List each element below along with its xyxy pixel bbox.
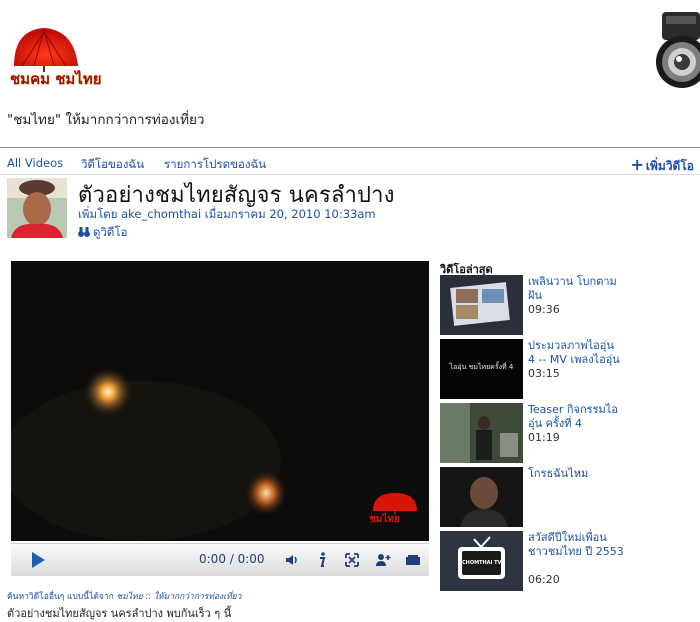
add-video-button[interactable]: + เพิ่มวิดีโอ	[630, 155, 694, 176]
latest-video-item[interactable]: Teaser กิจกรรมไออุ่น ครั้งที่ 4 01:19	[440, 403, 700, 465]
play-button[interactable]	[23, 544, 53, 576]
latest-video-title[interactable]: โกรธฉันไหม	[528, 467, 624, 481]
latest-video-item[interactable]: โกรธฉันไหม	[440, 467, 700, 529]
logo-text: ชมคม ชมไทย	[10, 70, 102, 88]
thumbnail-caption: CHOMTHAI TV	[462, 560, 502, 566]
volume-button[interactable]	[281, 544, 303, 576]
nav-all-videos[interactable]: All Videos	[7, 156, 63, 170]
info-button[interactable]	[311, 544, 333, 576]
info-icon	[320, 552, 326, 567]
thumbnail-caption: ไออุ่น ชมไทยครั้งที่ 4	[449, 363, 514, 371]
uploader-avatar[interactable]	[7, 178, 67, 238]
view-video-link[interactable]: ดูวิดีโอ	[78, 224, 127, 242]
source-link[interactable]: ชมไทย :: ให้มากกว่าการท่องเที่ยว	[117, 592, 242, 602]
camera-icon	[652, 4, 700, 102]
latest-video-thumbnail[interactable]	[440, 467, 523, 527]
video-description: ตัวอย่างชมไทยสัญจร นครลำปาง พบกันเร็ว ๆ …	[7, 607, 232, 620]
latest-video-item[interactable]: ไออุ่น ชมไทยครั้งที่ 4 ประมวลภาพไออุ่น 4…	[440, 339, 700, 401]
latest-video-thumbnail[interactable]: ไออุ่น ชมไทยครั้งที่ 4	[440, 339, 523, 399]
latest-video-title[interactable]: เพลินวาน โบกตามฝัน	[528, 275, 624, 303]
source-prefix: ค้นหาวิดีโออื่นๆ แบบนี้ได้จาก	[7, 592, 117, 602]
thumbnail-image	[440, 275, 523, 335]
progress-bar[interactable]	[61, 544, 191, 576]
nav-my-videos[interactable]: วิดีโอของฉัน	[81, 156, 144, 174]
share-button[interactable]	[371, 544, 395, 576]
binoculars-icon	[78, 226, 90, 241]
nav-favorites[interactable]: รายการโปรดของฉัน	[164, 156, 266, 174]
latest-video-item[interactable]: CHOMTHAI TV สวัสดีปีใหม่เพื่อนชาวชมไทย ป…	[440, 531, 700, 593]
latest-video-duration: 06:20	[528, 573, 560, 586]
source-line: ค้นหาวิดีโออื่นๆ แบบนี้ได้จาก ชมไทย :: ใ…	[7, 589, 241, 603]
latest-video-title[interactable]: ประมวลภาพไออุ่น 4 -- MV เพลงไออุ่น	[528, 339, 624, 367]
latest-video-thumbnail[interactable]	[440, 275, 523, 335]
fullscreen-button[interactable]	[341, 544, 363, 576]
video-byline[interactable]: เพิ่มโดย ake_chomthai เมื่อมกราคม 20, 20…	[78, 206, 376, 224]
watermark-text: ชมไทย	[369, 514, 400, 525]
thumbnail-image	[440, 403, 523, 463]
player-controls: 0:00 / 0:00	[11, 543, 429, 576]
plus-icon: +	[630, 155, 644, 174]
nav-divider-top	[0, 147, 700, 148]
nav-divider-bottom	[0, 174, 700, 175]
thumbnail-image	[440, 467, 523, 527]
latest-video-duration: 09:36	[528, 303, 560, 316]
latest-video-duration: 03:15	[528, 367, 560, 380]
site-logo[interactable]: ชมคม ชมไทย	[8, 26, 120, 90]
latest-video-duration: 01:19	[528, 431, 560, 444]
add-video-label: เพิ่มวิดีโอ	[645, 159, 694, 173]
play-icon	[32, 552, 45, 568]
speaker-icon	[286, 555, 297, 565]
latest-video-thumbnail[interactable]	[440, 403, 523, 463]
latest-video-item[interactable]: เพลินวาน โบกตามฝัน 09:36	[440, 275, 700, 337]
site-tagline: "ชมไทย" ให้มากกว่าการท่องเที่ยว	[7, 112, 205, 128]
popout-icon	[406, 555, 420, 565]
add-user-icon	[376, 554, 391, 566]
video-player[interactable]: ชมไทย	[11, 261, 429, 541]
view-video-label: ดูวิดีโอ	[93, 225, 128, 239]
fullscreen-icon	[345, 553, 359, 567]
time-display: 0:00 / 0:00	[199, 552, 265, 566]
player-watermark: ชมไทย	[367, 491, 423, 525]
latest-video-title[interactable]: Teaser กิจกรรมไออุ่น ครั้งที่ 4	[528, 403, 624, 431]
latest-video-thumbnail[interactable]: CHOMTHAI TV	[440, 531, 523, 591]
latest-video-title[interactable]: สวัสดีปีใหม่เพื่อนชาวชมไทย ปี 2553	[528, 531, 624, 559]
popout-button[interactable]	[401, 544, 425, 576]
